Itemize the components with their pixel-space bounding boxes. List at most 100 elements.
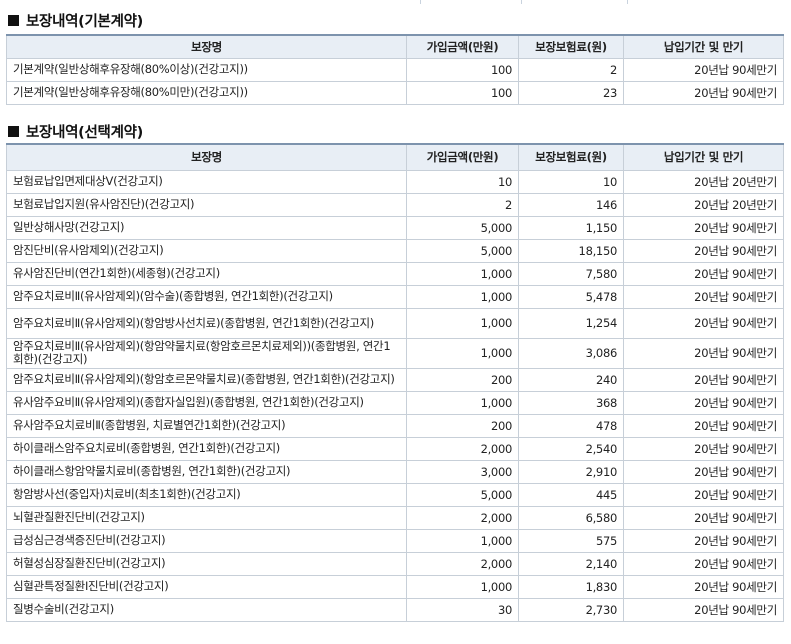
amount-cell: 10 <box>406 169 519 194</box>
table-row: 일반상해사망(건강고지) 5,000 1,150 20년납 90세만기 <box>6 215 784 240</box>
amount-cell: 3,000 <box>406 459 519 484</box>
period-cell: 20년납 90세만기 <box>623 367 784 392</box>
premium-cell: 3,086 <box>518 337 624 369</box>
table-row: 보험료납입면제대상Ⅴ(건강고지) 10 10 20년납 20년만기 <box>6 169 784 194</box>
table-row: 질병수술비(건강고지) 30 2,730 20년납 90세만기 <box>6 597 784 622</box>
coverage-document: 보장내역(기본계약) 보장명 가입금액(만원) 보장보험료(원) 납입기간 및 … <box>0 0 791 644</box>
table-row: 유사암주요치료비Ⅱ(종합병원, 치료별연간1회한)(건강고지) 200 478 20년… <box>6 413 784 438</box>
amount-cell: 2,000 <box>406 505 519 530</box>
amount-cell: 1,000 <box>406 390 519 415</box>
premium-cell: 575 <box>518 528 624 553</box>
premium-cell: 10 <box>518 169 624 194</box>
period-cell: 20년납 90세만기 <box>623 307 784 339</box>
amount-cell: 100 <box>406 57 519 82</box>
amount-cell: 1,000 <box>406 307 519 339</box>
premium-cell: 240 <box>518 367 624 392</box>
amount-cell: 5,000 <box>406 215 519 240</box>
coverage-name-cell: 항암방사선(중입자)치료비(최초1회한)(건강고지) <box>6 482 407 507</box>
basic-section-title: 보장내역(기본계약) <box>8 10 143 31</box>
coverage-name-cell: 하이클래스항암약물치료비(종합병원, 연간1회한)(건강고지) <box>6 459 407 484</box>
square-bullet-icon <box>8 15 19 26</box>
table-row: 암주요치료비Ⅱ(유사암제외)(암수술)(종합병원, 연간1회한)(건강고지) 1,… <box>6 284 784 309</box>
header-period: 납입기간 및 만기 <box>623 143 784 171</box>
header-coverage-name: 보장명 <box>6 34 407 59</box>
coverage-name-cell: 뇌혈관질환진단비(건강고지) <box>6 505 407 530</box>
table-row: 암주요치료비Ⅱ(유사암제외)(항암호르몬약물치료)(종합병원, 연간1회한)(건… <box>6 367 784 392</box>
table-row: 암진단비(유사암제외)(건강고지) 5,000 18,150 20년납 90세만기 <box>6 238 784 263</box>
table-row: 항암방사선(중입자)치료비(최초1회한)(건강고지) 5,000 445 20년납 9… <box>6 482 784 507</box>
premium-cell: 368 <box>518 390 624 415</box>
period-cell: 20년납 20년만기 <box>623 169 784 194</box>
premium-cell: 2,730 <box>518 597 624 622</box>
table-row: 암주요치료비Ⅱ(유사암제외)(항암약물치료(항암호르몬치료제외))(종합병원, … <box>6 337 784 369</box>
basic-coverage-table: 보장명 가입금액(만원) 보장보험료(원) 납입기간 및 만기 기본계약(일반상… <box>6 34 784 105</box>
coverage-name-cell: 암주요치료비Ⅱ(유사암제외)(항암방사선치료)(종합병원, 연간1회한)(건강고… <box>6 307 407 339</box>
coverage-name-cell: 유사암주요비Ⅱ(유사암제외)(종합자실입원)(종합병원, 연간1회한)(건강고지… <box>6 390 407 415</box>
table-row: 허혈성심장질환진단비(건강고지) 2,000 2,140 20년납 90세만기 <box>6 551 784 576</box>
period-cell: 20년납 90세만기 <box>623 238 784 263</box>
period-cell: 20년납 90세만기 <box>623 459 784 484</box>
table-row: 하이클래스암주요치료비(종합병원, 연간1회한)(건강고지) 2,000 2,540… <box>6 436 784 461</box>
premium-cell: 18,150 <box>518 238 624 263</box>
amount-cell: 1,000 <box>406 574 519 599</box>
table-row: 하이클래스항암약물치료비(종합병원, 연간1회한)(건강고지) 3,000 2,91… <box>6 459 784 484</box>
premium-cell: 445 <box>518 482 624 507</box>
premium-cell: 146 <box>518 192 624 217</box>
amount-cell: 200 <box>406 413 519 438</box>
optional-section-title: 보장내역(선택계약) <box>8 121 143 142</box>
table-row: 급성심근경색증진단비(건강고지) 1,000 575 20년납 90세만기 <box>6 528 784 553</box>
header-amount: 가입금액(만원) <box>406 34 519 59</box>
coverage-name-cell: 암주요치료비Ⅱ(유사암제외)(항암호르몬약물치료)(종합병원, 연간1회한)(건… <box>6 367 407 392</box>
premium-cell: 7,580 <box>518 261 624 286</box>
table-row: 유사암주요비Ⅱ(유사암제외)(종합자실입원)(종합병원, 연간1회한)(건강고지… <box>6 390 784 415</box>
table-row: 뇌혈관질환진단비(건강고지) 2,000 6,580 20년납 90세만기 <box>6 505 784 530</box>
coverage-name-cell: 기본계약(일반상해후유장해(80%미만)(건강고지)) <box>6 80 407 105</box>
coverage-name-cell: 보험료납입면제대상Ⅴ(건강고지) <box>6 169 407 194</box>
period-cell: 20년납 90세만기 <box>623 390 784 415</box>
period-cell: 20년납 90세만기 <box>623 413 784 438</box>
table-row: 암주요치료비Ⅱ(유사암제외)(항암방사선치료)(종합병원, 연간1회한)(건강고… <box>6 307 784 339</box>
amount-cell: 5,000 <box>406 238 519 263</box>
header-premium: 보장보험료(원) <box>518 143 624 171</box>
period-cell: 20년납 90세만기 <box>623 57 784 82</box>
amount-cell: 30 <box>406 597 519 622</box>
period-cell: 20년납 90세만기 <box>623 215 784 240</box>
header-period: 납입기간 및 만기 <box>623 34 784 59</box>
amount-cell: 5,000 <box>406 482 519 507</box>
table-header-row: 보장명 가입금액(만원) 보장보험료(원) 납입기간 및 만기 <box>6 34 784 59</box>
period-cell: 20년납 90세만기 <box>623 436 784 461</box>
period-cell: 20년납 90세만기 <box>623 574 784 599</box>
amount-cell: 1,000 <box>406 261 519 286</box>
header-amount: 가입금액(만원) <box>406 143 519 171</box>
coverage-name-cell: 심혈관특정질환Ⅰ진단비(건강고지) <box>6 574 407 599</box>
coverage-name-cell: 하이클래스암주요치료비(종합병원, 연간1회한)(건강고지) <box>6 436 407 461</box>
premium-cell: 1,830 <box>518 574 624 599</box>
premium-cell: 1,254 <box>518 307 624 339</box>
period-cell: 20년납 90세만기 <box>623 597 784 622</box>
table-row: 보험료납입지원(유사암진단)(건강고지) 2 146 20년납 20년만기 <box>6 192 784 217</box>
period-cell: 20년납 90세만기 <box>623 505 784 530</box>
amount-cell: 2 <box>406 192 519 217</box>
divider <box>420 0 421 4</box>
coverage-name-cell: 허혈성심장질환진단비(건강고지) <box>6 551 407 576</box>
coverage-name-cell: 유사암주요치료비Ⅱ(종합병원, 치료별연간1회한)(건강고지) <box>6 413 407 438</box>
amount-cell: 2,000 <box>406 551 519 576</box>
header-coverage-name: 보장명 <box>6 143 407 171</box>
premium-cell: 2,910 <box>518 459 624 484</box>
premium-cell: 2,140 <box>518 551 624 576</box>
table-header-row: 보장명 가입금액(만원) 보장보험료(원) 납입기간 및 만기 <box>6 143 784 171</box>
table-row: 유사암진단비(연간1회한)(세종형)(건강고지) 1,000 7,580 20년납 9… <box>6 261 784 286</box>
premium-cell: 5,478 <box>518 284 624 309</box>
coverage-name-cell: 질병수술비(건강고지) <box>6 597 407 622</box>
table-row: 심혈관특정질환Ⅰ진단비(건강고지) 1,000 1,830 20년납 90세만기 <box>6 574 784 599</box>
coverage-name-cell: 급성심근경색증진단비(건강고지) <box>6 528 407 553</box>
amount-cell: 1,000 <box>406 337 519 369</box>
table-row: 기본계약(일반상해후유장해(80%이상)(건강고지)) 100 2 20년납 90세만… <box>6 57 784 82</box>
coverage-name-cell: 암진단비(유사암제외)(건강고지) <box>6 238 407 263</box>
table-row: 기본계약(일반상해후유장해(80%미만)(건강고지)) 100 23 20년납 90세… <box>6 80 784 105</box>
premium-cell: 2,540 <box>518 436 624 461</box>
amount-cell: 2,000 <box>406 436 519 461</box>
coverage-name-cell: 기본계약(일반상해후유장해(80%이상)(건강고지)) <box>6 57 407 82</box>
period-cell: 20년납 90세만기 <box>623 80 784 105</box>
divider <box>521 0 522 4</box>
